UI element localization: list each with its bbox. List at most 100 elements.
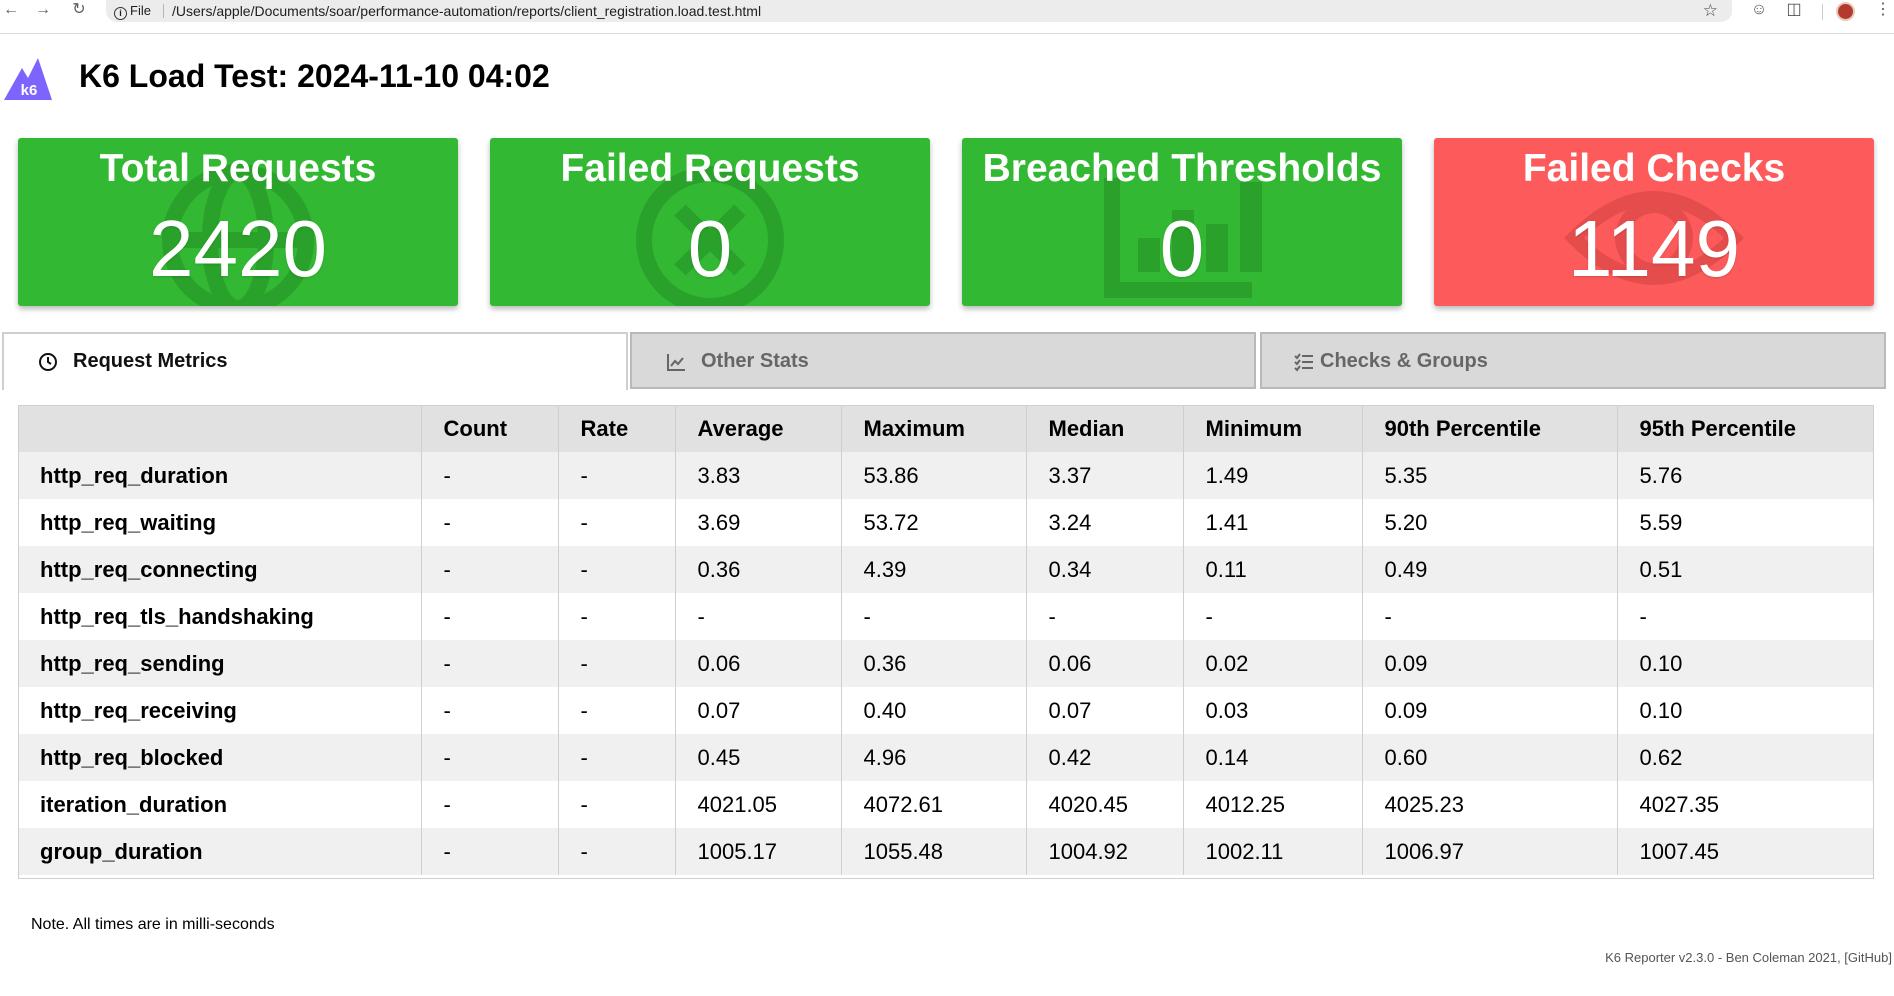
logo-text: k6 bbox=[21, 82, 38, 99]
metric-value-cell: 0.34 bbox=[1026, 546, 1184, 593]
metric-value-cell: - bbox=[1183, 593, 1363, 640]
stat-label: Failed Checks bbox=[1522, 147, 1786, 190]
profile-avatar[interactable] bbox=[1836, 2, 1855, 21]
metric-value-cell: 1055.48 bbox=[841, 828, 1027, 875]
metric-value-cell: - bbox=[1617, 593, 1874, 640]
column-header bbox=[18, 405, 422, 452]
address-bar[interactable]: i File /Users/apple/Documents/soar/perfor… bbox=[106, 0, 1732, 22]
browser-toolbar: ← → ↻ i File /Users/apple/Documents/soar/… bbox=[0, 0, 1894, 34]
menu-dots-icon[interactable]: ⋮ bbox=[1872, 0, 1894, 22]
table-row: group_duration - -1005.17 1055.48 1004.92 100… bbox=[18, 828, 1874, 875]
stat-value: 2420 bbox=[149, 204, 327, 293]
metric-name-cell: http_req_connecting bbox=[18, 546, 422, 593]
metric-value-cell: - bbox=[558, 640, 676, 687]
metric-value-cell: 1004.92 bbox=[1026, 828, 1184, 875]
metric-value-cell: 4027.35 bbox=[1617, 781, 1874, 828]
metric-value-cell: 0.02 bbox=[1183, 640, 1363, 687]
k6-logo-icon: k6 bbox=[4, 58, 52, 100]
metric-value-cell: 0.06 bbox=[675, 640, 842, 687]
metric-value-cell: 0.03 bbox=[1183, 687, 1363, 734]
metric-name-cell: group_duration bbox=[18, 828, 422, 875]
metric-value-cell: 0.51 bbox=[1617, 546, 1874, 593]
metric-value-cell: 1.49 bbox=[1183, 452, 1363, 499]
table-row: http_req_duration - -3.83 53.86 3.37 1.49 5.35… bbox=[18, 452, 1874, 499]
metric-value-cell: 1.41 bbox=[1183, 499, 1363, 546]
column-header: Maximum bbox=[841, 405, 1027, 452]
metric-value-cell: - bbox=[1362, 593, 1618, 640]
failed-checks-box: Failed Checks 1149 bbox=[1434, 138, 1874, 306]
chip-divider bbox=[163, 4, 164, 18]
metric-name-cell: http_req_receiving bbox=[18, 687, 422, 734]
metric-name-cell: http_req_sending bbox=[18, 640, 422, 687]
metric-value-cell: 1002.11 bbox=[1183, 828, 1363, 875]
metric-value-cell: 3.37 bbox=[1026, 452, 1184, 499]
tab-request-metrics[interactable]: Request Metrics bbox=[2, 332, 628, 390]
metric-value-cell: 4072.61 bbox=[841, 781, 1027, 828]
metric-value-cell: 4021.05 bbox=[675, 781, 842, 828]
metric-value-cell: 5.76 bbox=[1617, 452, 1874, 499]
extensions-puzzle-icon[interactable]: ◫ bbox=[1783, 0, 1805, 22]
stat-label: Breached Thresholds bbox=[982, 147, 1382, 190]
table-row: http_req_connecting - -0.36 4.39 0.34 0.11 0.4… bbox=[18, 546, 1874, 593]
metric-value-cell: - bbox=[421, 499, 559, 546]
metric-name-cell: http_req_blocked bbox=[18, 734, 422, 781]
metric-value-cell: 4.96 bbox=[841, 734, 1027, 781]
breached-thresholds-box: Breached Thresholds 0 bbox=[962, 138, 1402, 306]
bookmark-star-icon[interactable]: ☆ bbox=[1703, 0, 1718, 22]
metric-value-cell: 0.40 bbox=[841, 687, 1027, 734]
metric-value-cell: 0.60 bbox=[1362, 734, 1618, 781]
metric-value-cell: 3.24 bbox=[1026, 499, 1184, 546]
metric-value-cell: - bbox=[558, 734, 676, 781]
reload-icon[interactable]: ↻ bbox=[68, 0, 90, 22]
total-requests-box: Total Requests 2420 bbox=[18, 138, 458, 306]
metric-value-cell: 0.49 bbox=[1362, 546, 1618, 593]
metric-value-cell: 0.07 bbox=[1026, 687, 1184, 734]
metric-value-cell: 0.09 bbox=[1362, 640, 1618, 687]
metric-value-cell: 3.69 bbox=[675, 499, 842, 546]
metric-name-cell: http_req_waiting bbox=[18, 499, 422, 546]
tab-label: Request Metrics bbox=[73, 350, 228, 372]
info-icon: i bbox=[114, 7, 127, 20]
metric-value-cell: - bbox=[421, 640, 559, 687]
tab-checks-groups[interactable]: Checks & Groups bbox=[1260, 332, 1886, 389]
toolbar-divider bbox=[1822, 4, 1823, 20]
footer-credit[interactable]: K6 Reporter v2.3.0 - Ben Coleman 2021, [… bbox=[1605, 949, 1892, 967]
column-header: 90th Percentile bbox=[1362, 405, 1618, 452]
tab-label: Other Stats bbox=[701, 350, 809, 372]
metric-value-cell: 0.42 bbox=[1026, 734, 1184, 781]
metric-value-cell: 0.14 bbox=[1183, 734, 1363, 781]
metric-value-cell: 0.06 bbox=[1026, 640, 1184, 687]
metric-value-cell: 4025.23 bbox=[1362, 781, 1618, 828]
metric-value-cell: 53.72 bbox=[841, 499, 1027, 546]
metric-value-cell: - bbox=[421, 452, 559, 499]
table-row: iteration_duration - -4021.05 4072.61 4020.4… bbox=[18, 781, 1874, 828]
metric-value-cell: - bbox=[558, 781, 676, 828]
column-header: Count bbox=[421, 405, 559, 452]
metric-value-cell: - bbox=[421, 828, 559, 875]
metric-value-cell: 3.83 bbox=[675, 452, 842, 499]
forward-arrow-icon[interactable]: → bbox=[32, 0, 54, 22]
metric-value-cell: 0.45 bbox=[675, 734, 842, 781]
url-text[interactable]: /Users/apple/Documents/soar/performance-… bbox=[172, 2, 761, 20]
site-info-chip[interactable]: i File bbox=[114, 2, 151, 20]
tab-other-stats[interactable]: Other Stats bbox=[630, 332, 1256, 389]
back-arrow-icon[interactable]: ← bbox=[0, 0, 22, 22]
stat-label: Total Requests bbox=[99, 147, 377, 190]
metric-name-cell: http_req_tls_handshaking bbox=[18, 593, 422, 640]
table-header-row: Count Rate Average Maximum Median Minimu… bbox=[18, 405, 1874, 452]
metric-value-cell: - bbox=[558, 452, 676, 499]
file-label: File bbox=[130, 3, 151, 18]
table-row: http_req_receiving - -0.07 0.40 0.07 0.03 0.09… bbox=[18, 687, 1874, 734]
metric-value-cell: - bbox=[421, 593, 559, 640]
column-header: 95th Percentile bbox=[1617, 405, 1874, 452]
units-note: Note. All times are in milli-seconds bbox=[31, 916, 275, 933]
failed-requests-box: Failed Requests 0 bbox=[490, 138, 930, 306]
stat-value: 1149 bbox=[1567, 204, 1741, 293]
metric-value-cell: - bbox=[421, 781, 559, 828]
metric-value-cell: 0.36 bbox=[675, 546, 842, 593]
metric-name-cell: http_req_duration bbox=[18, 452, 422, 499]
column-header: Minimum bbox=[1183, 405, 1363, 452]
extension-face-icon[interactable]: ☺ bbox=[1748, 0, 1770, 22]
metric-value-cell: 1005.17 bbox=[675, 828, 842, 875]
metric-value-cell: 0.09 bbox=[1362, 687, 1618, 734]
